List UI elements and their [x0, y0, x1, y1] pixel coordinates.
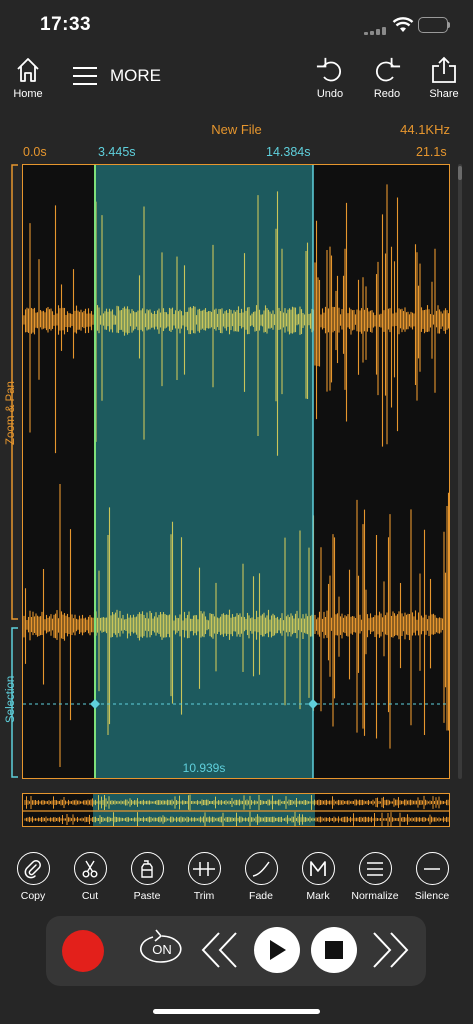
mark-label: Mark	[306, 890, 330, 902]
paperclip-icon	[24, 859, 41, 878]
stop-button[interactable]	[311, 927, 357, 973]
cellular-signal-icon	[364, 27, 386, 35]
selection-start-time: 3.445s	[98, 145, 136, 159]
trim-icon	[193, 861, 215, 876]
redo-icon	[375, 57, 401, 82]
battery-icon	[418, 17, 448, 33]
selection-label[interactable]: Selection	[5, 676, 17, 723]
silence-label: Silence	[414, 890, 450, 902]
undo-label: Undo	[316, 88, 344, 100]
battery-tip	[448, 22, 450, 28]
status-time: 17:33	[40, 14, 92, 35]
silence-icon	[424, 867, 440, 870]
home-icon	[17, 58, 39, 82]
fast-forward-icon	[373, 932, 409, 968]
loop-label: ON	[152, 942, 172, 957]
selection-duration: 10.939s	[183, 761, 226, 775]
share-button[interactable]: Share	[414, 56, 473, 100]
home-indicator	[153, 1009, 320, 1014]
copy-label: Copy	[20, 890, 46, 902]
mark-m-icon	[310, 860, 326, 876]
more-label: MORE	[110, 66, 161, 85]
fast-forward-button[interactable]	[372, 931, 410, 969]
loop-toggle-button[interactable]: ON	[139, 928, 185, 972]
vertical-scrollbar[interactable]	[456, 164, 464, 779]
more-menu-button[interactable]: MORE	[72, 66, 161, 86]
wifi-icon	[392, 16, 414, 34]
normalize-button[interactable]: Normalize	[347, 852, 403, 902]
silence-button[interactable]: Silence	[404, 852, 460, 902]
waveform-editor[interactable]: 10.939s	[22, 164, 450, 779]
cut-label: Cut	[81, 890, 99, 902]
paste-button[interactable]: Paste	[119, 852, 175, 902]
trim-button[interactable]: Trim	[176, 852, 232, 902]
normalize-label: Normalize	[351, 890, 399, 902]
waveform-overview[interactable]	[22, 793, 450, 827]
undo-button[interactable]: Undo	[300, 56, 360, 100]
undo-icon	[316, 57, 342, 82]
paste-label: Paste	[133, 890, 161, 902]
trim-label: Trim	[193, 890, 215, 902]
hamburger-menu-icon	[73, 67, 97, 85]
normalize-icon	[367, 861, 383, 876]
share-icon	[432, 56, 456, 83]
paste-bottle-icon	[141, 859, 153, 878]
home-button[interactable]: Home	[0, 56, 58, 100]
rewind-button[interactable]	[201, 931, 239, 969]
fade-curve-icon	[252, 861, 270, 877]
play-button[interactable]	[254, 927, 300, 973]
waveform-canvas[interactable]: 10.939s	[23, 165, 450, 779]
cut-button[interactable]: Cut	[62, 852, 118, 902]
copy-button[interactable]: Copy	[5, 852, 61, 902]
zoom-pan-label[interactable]: Zoom & Pan	[5, 381, 17, 445]
mark-button[interactable]: Mark	[290, 852, 346, 902]
selection-region[interactable]	[95, 165, 313, 779]
record-button[interactable]	[62, 930, 104, 972]
rewind-icon	[201, 932, 237, 968]
timeline-start: 0.0s	[23, 145, 47, 159]
scissors-icon	[82, 860, 98, 877]
selection-end-time: 14.384s	[266, 145, 311, 159]
sample-rate: 44.1KHz	[400, 122, 450, 137]
redo-button[interactable]: Redo	[357, 56, 417, 100]
stop-icon	[325, 941, 343, 959]
play-icon	[270, 940, 286, 960]
redo-label: Redo	[373, 88, 401, 100]
fade-label: Fade	[249, 890, 273, 902]
overview-canvas[interactable]	[23, 794, 450, 827]
timeline-end: 21.1s	[416, 145, 447, 159]
fade-button[interactable]: Fade	[233, 852, 289, 902]
share-label: Share	[429, 88, 459, 100]
home-label: Home	[13, 88, 43, 100]
